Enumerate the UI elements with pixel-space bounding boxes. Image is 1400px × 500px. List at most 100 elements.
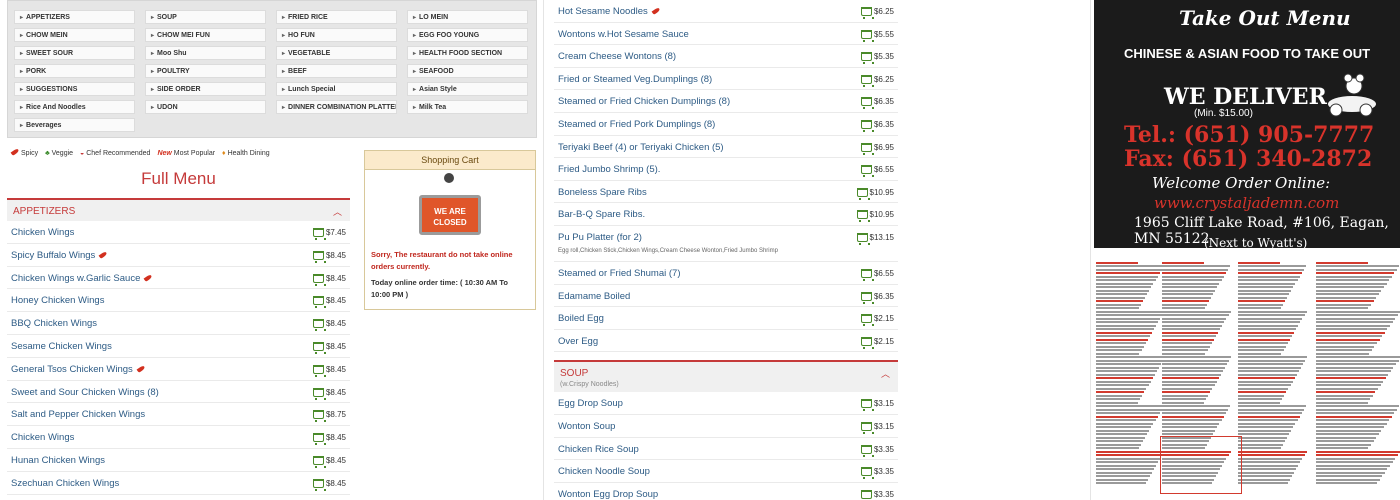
category-link[interactable]: ▸ Moo Shu xyxy=(145,46,266,60)
menu-item-name[interactable]: Chicken Wings xyxy=(11,432,74,443)
category-link[interactable]: ▸ CHOW MEIN xyxy=(14,28,135,42)
menu-item-name[interactable]: Szechuan Chicken Wings xyxy=(11,478,119,489)
add-to-cart-button[interactable]: $3.35 xyxy=(860,467,894,480)
add-to-cart-button[interactable]: $6.35 xyxy=(860,291,894,304)
menu-item-name[interactable]: Boneless Spare Ribs xyxy=(558,187,647,198)
menu-item-row[interactable]: Chicken Noodle Soup $3.35 xyxy=(554,460,898,483)
menu-item-name[interactable]: Bar-B-Q Spare Ribs. xyxy=(558,209,645,220)
menu-item-row[interactable]: General Tsos Chicken Wings $8.45 xyxy=(7,358,350,381)
add-to-cart-button[interactable]: $6.55 xyxy=(860,268,894,281)
menu-item-row[interactable]: Salt and Pepper Chicken Wings $8.75 xyxy=(7,403,350,427)
section-header-appetizers[interactable]: APPETIZERS ︿ xyxy=(7,198,350,221)
category-link[interactable]: ▸ DINNER COMBINATION PLATTER xyxy=(276,100,397,114)
menu-item-row[interactable]: Steamed or Fried Shumai (7) $6.55 xyxy=(554,262,898,285)
category-link[interactable]: ▸ UDON xyxy=(145,100,266,114)
menu-item-row[interactable]: Pu Pu Platter (for 2) Egg roll,Chicken St… xyxy=(554,226,898,262)
add-to-cart-button[interactable]: $8.45 xyxy=(312,433,346,446)
menu-item-row[interactable]: Bar-B-Q Spare Ribs. $10.95 xyxy=(554,203,898,226)
category-link[interactable]: ▸ HEALTH FOOD SECTION xyxy=(407,46,528,60)
menu-item-name[interactable]: Steamed or Fried Pork Dumplings (8) xyxy=(558,119,715,130)
category-link[interactable]: ▸ APPETIZERS xyxy=(14,10,135,24)
category-link[interactable]: ▸ BEEF xyxy=(276,64,397,78)
menu-item-row[interactable]: Edamame Boiled $6.35 xyxy=(554,285,898,308)
add-to-cart-button[interactable]: $3.15 xyxy=(860,399,894,412)
menu-item-name[interactable]: Hunan Chicken Wings xyxy=(11,455,105,466)
menu-item-row[interactable]: Wontons w.Hot Sesame Sauce $5.55 xyxy=(554,23,898,46)
menu-item-name[interactable]: Sesame Chicken Wings xyxy=(11,341,112,352)
menu-item-name[interactable]: Teriyaki Beef (4) or Teriyaki Chicken (5… xyxy=(558,142,724,153)
add-to-cart-button[interactable]: $6.35 xyxy=(860,97,894,110)
add-to-cart-button[interactable]: $7.45 xyxy=(312,228,346,240)
menu-item-name[interactable]: Steamed or Fried Chicken Dumplings (8) xyxy=(558,96,730,107)
menu-item-name[interactable]: Egg Drop Soup xyxy=(558,398,623,409)
menu-item-row[interactable]: Chicken Wings $8.45 xyxy=(7,426,350,449)
menu-item-name[interactable]: Honey Chicken Wings xyxy=(11,295,104,306)
menu-item-row[interactable]: Over Egg $2.15 xyxy=(554,330,898,353)
menu-item-row[interactable]: Teriyaki Beef (4) or Teriyaki Chicken (5… xyxy=(554,136,898,159)
add-to-cart-button[interactable]: $8.45 xyxy=(312,319,346,332)
menu-item-name[interactable]: Hot Sesame Noodles xyxy=(558,6,661,17)
add-to-cart-button[interactable]: $8.45 xyxy=(312,387,346,400)
add-to-cart-button[interactable]: $6.55 xyxy=(860,165,894,178)
add-to-cart-button[interactable]: $8.45 xyxy=(312,455,346,468)
add-to-cart-button[interactable]: $8.45 xyxy=(312,341,346,354)
category-link[interactable]: ▸ Asian Style xyxy=(407,82,528,96)
menu-item-name[interactable]: Chicken Wings xyxy=(11,227,74,238)
category-link[interactable]: ▸ SEAFOOD xyxy=(407,64,528,78)
add-to-cart-button[interactable]: $2.15 xyxy=(860,336,894,349)
menu-item-row[interactable]: Hot Sesame Noodles $6.25 xyxy=(554,0,898,23)
menu-item-name[interactable]: Sweet and Sour Chicken Wings (8) xyxy=(11,387,159,398)
add-to-cart-button[interactable]: $2.15 xyxy=(860,314,894,327)
add-to-cart-button[interactable]: $10.95 xyxy=(856,187,894,200)
category-link[interactable]: ▸ CHOW MEI FUN xyxy=(145,28,266,42)
add-to-cart-button[interactable]: $8.45 xyxy=(312,364,346,377)
chevron-up-icon[interactable]: ︿ xyxy=(881,367,890,380)
menu-item-row[interactable]: Boneless Spare Ribs $10.95 xyxy=(554,181,898,204)
menu-item-row[interactable]: Honey Chicken Wings $8.45 xyxy=(7,289,350,313)
menu-item-row[interactable]: Chicken Rice Soup $3.35 xyxy=(554,438,898,461)
menu-item-row[interactable]: Cream Cheese Wontons (8) $5.35 xyxy=(554,45,898,68)
menu-item-name[interactable]: Wonton Soup xyxy=(558,421,615,432)
menu-item-row[interactable]: Fried Jumbo Shrimp (5). $6.55 xyxy=(554,158,898,181)
menu-item-name[interactable]: Steamed or Fried Shumai (7) xyxy=(558,268,681,279)
menu-item-name[interactable]: Chicken Noodle Soup xyxy=(558,466,650,477)
menu-item-row[interactable]: Fried or Steamed Veg.Dumplings (8) $6.25 xyxy=(554,68,898,91)
menu-item-row[interactable]: Hunan Chicken Wings $8.45 xyxy=(7,449,350,472)
menu-item-name[interactable]: Wonton Egg Drop Soup xyxy=(558,489,658,500)
add-to-cart-button[interactable]: $3.15 xyxy=(860,421,894,434)
add-to-cart-button[interactable]: $6.25 xyxy=(860,7,894,19)
add-to-cart-button[interactable]: $10.95 xyxy=(856,210,894,223)
menu-item-name[interactable]: Fried or Steamed Veg.Dumplings (8) xyxy=(558,74,712,85)
category-link[interactable]: ▸ SIDE ORDER xyxy=(145,82,266,96)
menu-item-row[interactable]: Szechuan Chicken Wings $8.45 xyxy=(7,472,350,495)
section-header-soup[interactable]: SOUP (w.Crispy Noodles) ︿ xyxy=(554,360,898,393)
add-to-cart-button[interactable]: $3.35 xyxy=(860,444,894,457)
category-link[interactable]: ▸ POULTRY xyxy=(145,64,266,78)
menu-item-name[interactable]: Over Egg xyxy=(558,336,598,347)
category-link[interactable]: ▸ Beverages xyxy=(14,118,135,132)
menu-item-name[interactable]: Chicken Rice Soup xyxy=(558,444,639,455)
add-to-cart-button[interactable]: $8.75 xyxy=(312,410,346,423)
category-link[interactable]: ▸ Milk Tea xyxy=(407,100,528,114)
add-to-cart-button[interactable]: $8.45 xyxy=(312,250,346,263)
chevron-up-icon[interactable]: ︿ xyxy=(333,205,342,218)
add-to-cart-button[interactable]: $8.45 xyxy=(312,296,346,309)
add-to-cart-button[interactable]: $8.45 xyxy=(312,273,346,286)
add-to-cart-button[interactable]: $5.35 xyxy=(860,52,894,65)
add-to-cart-button[interactable]: $6.35 xyxy=(860,119,894,132)
category-link[interactable]: ▸ SWEET SOUR xyxy=(14,46,135,60)
menu-item-name[interactable]: Fried Jumbo Shrimp (5). xyxy=(558,164,660,175)
category-link[interactable]: ▸ HO FUN xyxy=(276,28,397,42)
menu-item-name[interactable]: Cream Cheese Wontons (8) xyxy=(558,51,676,62)
add-to-cart-button[interactable]: $13.15 xyxy=(856,232,894,245)
menu-item-row[interactable]: Steamed or Fried Chicken Dumplings (8) $6… xyxy=(554,90,898,113)
menu-item-name[interactable]: BBQ Chicken Wings xyxy=(11,318,97,329)
menu-item-name[interactable]: Boiled Egg xyxy=(558,313,604,324)
menu-item-row[interactable]: Chicken Wings w.Garlic Sauce $8.45 xyxy=(7,267,350,290)
menu-item-row[interactable]: Wonton Soup $3.15 xyxy=(554,415,898,438)
menu-item-row[interactable]: Wonton Egg Drop Soup $3.35 xyxy=(554,483,898,500)
add-to-cart-button[interactable]: $3.35 xyxy=(860,489,894,500)
menu-item-row[interactable]: Sweet and Sour Chicken Wings (8) $8.45 xyxy=(7,381,350,404)
menu-item-name[interactable]: Wontons w.Hot Sesame Sauce xyxy=(558,29,689,40)
add-to-cart-button[interactable]: $8.45 xyxy=(312,478,346,491)
